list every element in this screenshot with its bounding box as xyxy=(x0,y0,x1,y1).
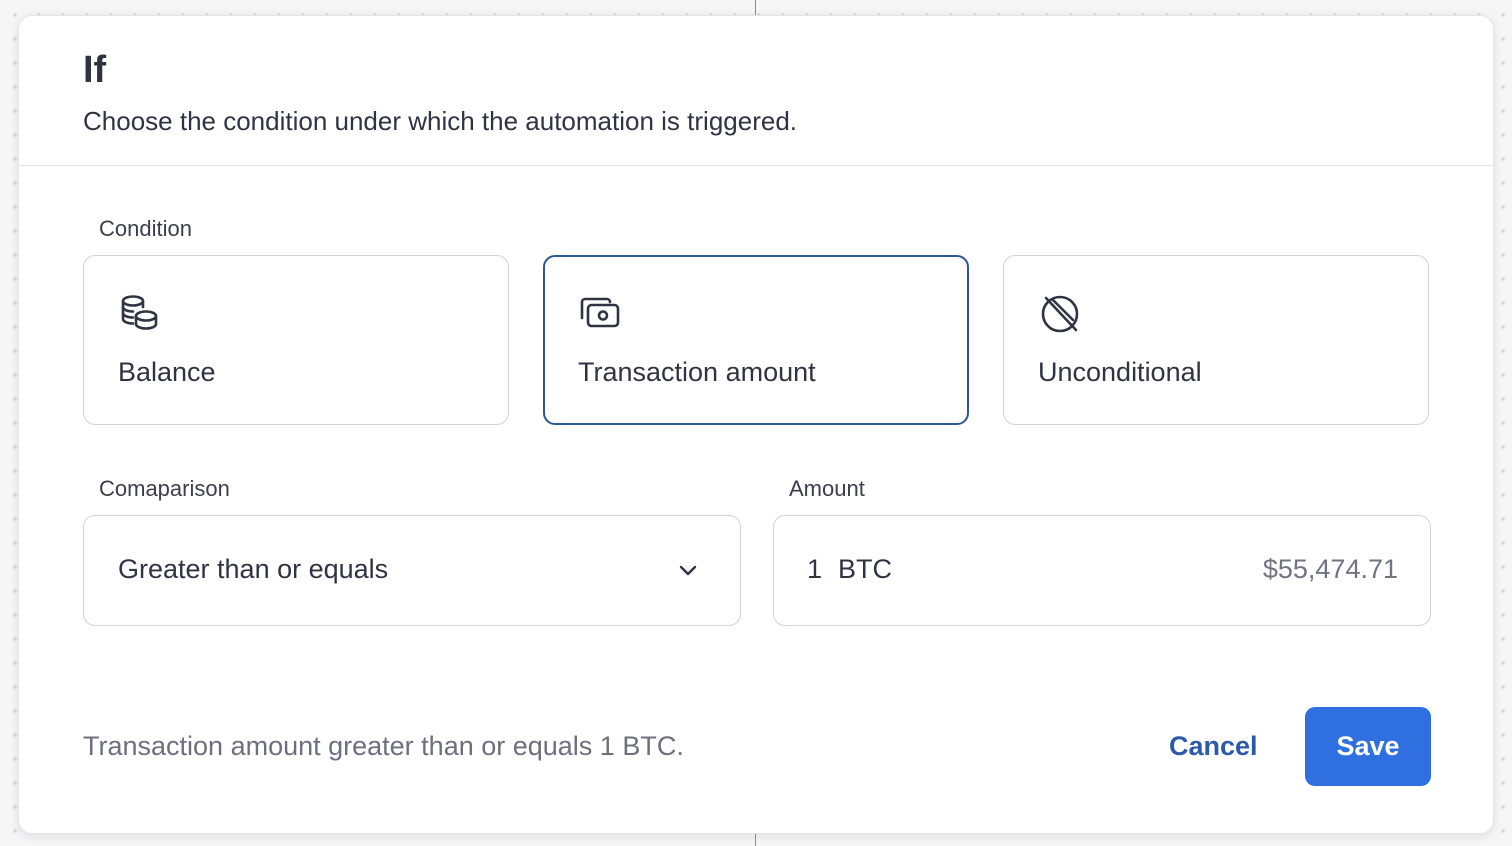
automation-condition-dialog: If Choose the condition under which the … xyxy=(18,15,1494,834)
dialog-subtitle: Choose the condition under which the aut… xyxy=(83,106,797,136)
cancel-button[interactable]: Cancel xyxy=(1169,731,1258,762)
condition-label: Condition xyxy=(99,216,192,241)
option-label-balance: Balance xyxy=(118,357,216,387)
condition-option-transaction-amount[interactable]: Transaction amount xyxy=(543,255,969,425)
comparison-select[interactable]: Greater than or equals xyxy=(83,515,741,626)
amount-unit: BTC xyxy=(838,554,892,584)
condition-summary: Transaction amount greater than or equal… xyxy=(83,731,684,761)
dialog-header: If Choose the condition under which the … xyxy=(19,16,1493,166)
amount-fiat-value: $55,474.71 xyxy=(1262,554,1398,584)
comparison-value: Greater than or equals xyxy=(118,554,389,584)
amount-label: Amount xyxy=(789,476,865,501)
slashed-circle-icon xyxy=(1041,295,1079,333)
condition-option-unconditional[interactable]: Unconditional xyxy=(1003,255,1429,425)
condition-option-balance[interactable]: Balance xyxy=(83,255,509,425)
amount-input[interactable]: 1 BTC $55,474.71 xyxy=(773,515,1431,626)
amount-quantity: 1 xyxy=(807,554,823,584)
option-label-unconditional: Unconditional xyxy=(1038,357,1202,387)
dialog-title: If xyxy=(83,49,107,91)
comparison-label: Comaparison xyxy=(99,476,230,501)
chevron-down-icon xyxy=(679,565,697,576)
option-label-transaction-amount: Transaction amount xyxy=(578,357,816,387)
save-button[interactable]: Save xyxy=(1305,707,1431,786)
coins-stack-icon xyxy=(121,295,158,330)
cash-icon xyxy=(580,297,620,328)
